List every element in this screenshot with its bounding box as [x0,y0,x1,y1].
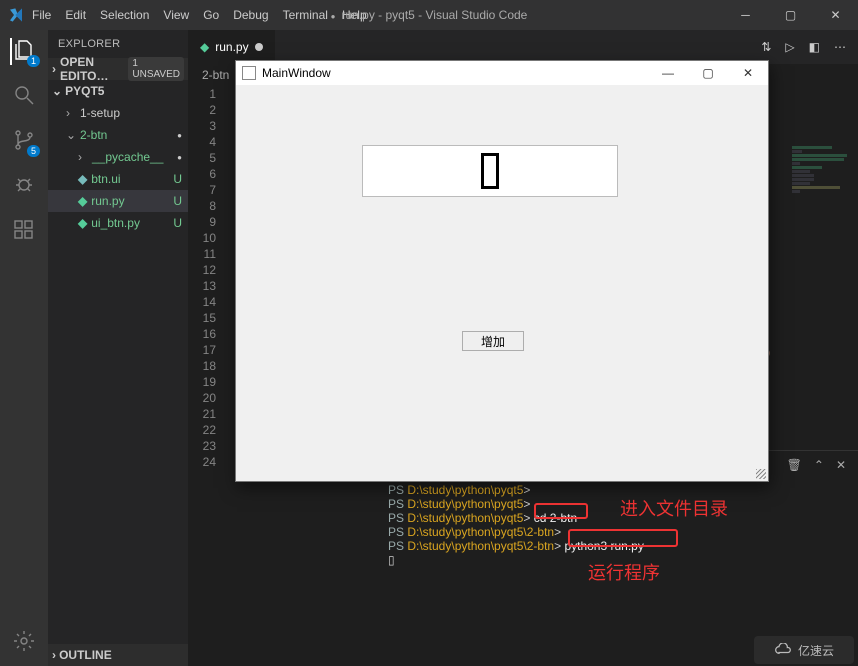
activity-debug[interactable] [12,173,36,200]
menu-edit[interactable]: Edit [65,8,86,22]
outline-section[interactable]: › OUTLINE [48,644,188,666]
line-gutter: 123456789101112131415161718192021222324 [188,86,222,450]
file-run-py[interactable]: ◆run.pyU [48,190,188,212]
untracked-badge: U [173,194,182,208]
file-tree: ›1-setup ⌄2-btn● ›__pycache__● ◆btn.uiU … [48,102,188,234]
untracked-badge: U [173,172,182,186]
explorer-sidebar: EXPLORER ›OPEN EDITO… 1 UNSAVED ⌄ PYQT5 … [48,30,188,666]
increment-button[interactable]: 增加 [462,331,524,351]
activity-search[interactable] [12,83,36,110]
activity-explorer[interactable]: 1 [10,38,36,65]
pyqt-main-window: MainWindow — ▢ ✕ 增加 [235,60,769,482]
activity-settings[interactable] [12,629,36,656]
activity-scm[interactable]: 5 [12,128,36,155]
vscode-logo-icon [8,7,24,23]
tab-bar: ◆ run.py ⇅ ▷ ◧ ⋯ [188,30,858,64]
app-icon [242,66,256,80]
unsaved-badge: 1 UNSAVED [128,57,184,81]
folder-2-btn[interactable]: ⌄2-btn● [48,124,188,146]
menu-bar: File Edit Selection View Go Debug Termin… [32,8,367,22]
popup-title: MainWindow [262,66,331,80]
menu-go[interactable]: Go [203,8,219,22]
menu-view[interactable]: View [163,8,189,22]
annotation-enter-dir: 进入文件目录 [620,495,728,521]
cloud-icon [774,643,794,657]
window-minimize-button[interactable]: ─ [723,0,768,30]
title-bar: File Edit Selection View Go Debug Termin… [0,0,858,30]
workspace-root[interactable]: ⌄ PYQT5 [48,80,188,102]
compare-changes-icon[interactable]: ⇅ [761,40,771,54]
bug-icon [12,173,36,197]
popup-maximize-button[interactable]: ▢ [688,66,728,80]
watermark: 亿速云 [754,636,854,664]
extensions-icon [12,218,36,242]
tab-run-py[interactable]: ◆ run.py [188,30,276,64]
folder-pycache[interactable]: ›__pycache__● [48,146,188,168]
window-close-button[interactable]: ✕ [813,0,858,30]
popup-close-button[interactable]: ✕ [728,66,768,80]
lcd-value [481,153,499,189]
explorer-badge: 1 [27,55,40,67]
window-maximize-button[interactable]: ▢ [768,0,813,30]
chevron-right-icon: › [78,150,88,164]
file-ui-btn-py[interactable]: ◆ui_btn.pyU [48,212,188,234]
annotation-box-run [568,529,678,547]
file-btn-ui[interactable]: ◆btn.uiU [48,168,188,190]
search-icon [12,83,36,107]
activity-bar: 1 5 [0,30,48,666]
modified-dot-icon: ● [177,153,182,162]
folder-1-setup[interactable]: ›1-setup [48,102,188,124]
close-icon[interactable]: ✕ [836,458,846,472]
popup-minimize-button[interactable]: — [648,66,688,80]
menu-selection[interactable]: Selection [100,8,149,22]
open-editors-section[interactable]: ›OPEN EDITO… 1 UNSAVED [48,58,188,80]
popup-title-bar[interactable]: MainWindow — ▢ ✕ [236,61,768,85]
menu-terminal[interactable]: Terminal [283,8,328,22]
terminal-output[interactable]: PS D:\study\python\pyqt5> PS D:\study\py… [376,479,858,571]
tab-label: run.py [215,40,248,54]
explorer-title: EXPLORER [48,30,188,58]
split-editor-icon[interactable]: ◧ [809,40,820,54]
modified-dot-icon [255,43,263,51]
scm-badge: 5 [27,145,40,157]
annotation-box-cd [534,503,588,519]
chevron-right-icon: › [52,648,56,662]
chevron-down-icon: ⌄ [66,128,76,142]
chevron-down-icon: ⌄ [52,84,62,98]
minimap[interactable] [792,146,852,346]
annotation-run-prog: 运行程序 [588,559,660,585]
modified-dot-icon: ● [177,131,182,140]
run-icon[interactable]: ▷ [785,40,794,54]
gear-icon [12,629,36,653]
lcd-display [362,145,618,197]
activity-extensions[interactable] [12,218,36,245]
resize-grip-icon[interactable] [756,469,766,479]
chevron-right-icon: › [66,106,76,120]
chevron-right-icon: › [52,62,56,76]
chevron-up-icon[interactable]: ⌃ [814,458,824,472]
untracked-badge: U [173,216,182,230]
more-icon[interactable]: ⋯ [834,40,846,54]
menu-help[interactable]: Help [342,8,367,22]
menu-file[interactable]: File [32,8,51,22]
menu-debug[interactable]: Debug [233,8,268,22]
trash-icon[interactable]: 🗑 [787,458,802,472]
